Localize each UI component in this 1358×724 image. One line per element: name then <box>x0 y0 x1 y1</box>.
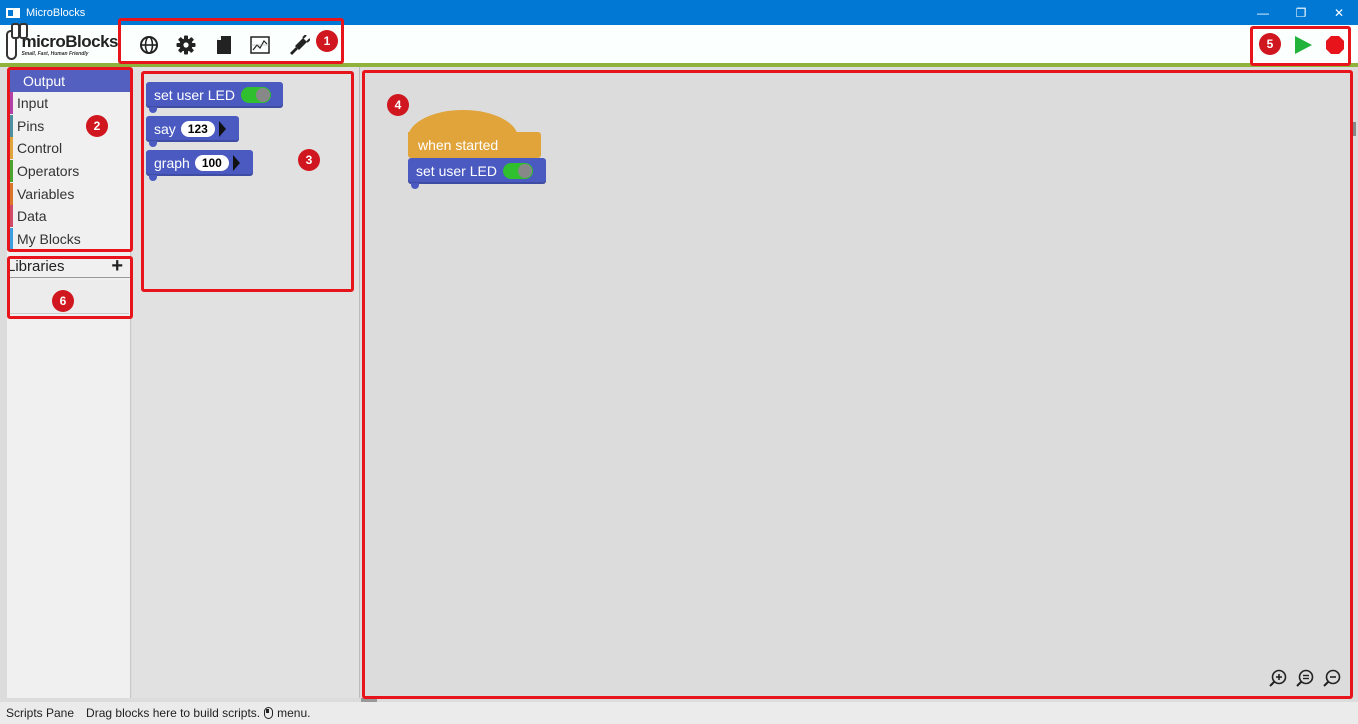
annotation-box-categories <box>7 67 133 252</box>
annotation-number: 2 <box>86 115 108 137</box>
annotation-box-palette <box>141 71 354 292</box>
window-title: MicroBlocks <box>26 6 86 19</box>
status-bar: Scripts Pane Drag blocks here to build s… <box>0 702 1358 724</box>
annotation-number: 4 <box>387 94 409 116</box>
window-controls: — ❐ ✕ <box>1244 0 1358 25</box>
logo: microBlocks Small, Fast, Human Friendly <box>6 23 118 62</box>
restore-button[interactable]: ❐ <box>1282 0 1320 25</box>
annotation-number: 1 <box>316 30 338 52</box>
status-pane-name: Scripts Pane <box>6 706 75 720</box>
annotation-box-scripts <box>362 70 1353 699</box>
status-hint: Drag blocks here to build scripts. <box>86 706 261 720</box>
microblocks-app: MicroBlocks — ❐ ✕ microBlocks Small, Fas… <box>0 0 1358 724</box>
annotation-number: 5 <box>1259 33 1281 55</box>
mouse-icon <box>264 707 274 719</box>
annotation-box-libraries <box>7 256 133 319</box>
logo-name: microBlocks <box>21 32 118 51</box>
minimize-button[interactable]: — <box>1244 0 1282 25</box>
logo-tagline: Small, Fast, Human Friendly <box>21 51 89 57</box>
app-icon <box>6 7 20 18</box>
bunny-logo-icon <box>6 23 29 60</box>
close-button[interactable]: ✕ <box>1320 0 1358 25</box>
status-menu-hint: menu. <box>277 706 311 720</box>
annotation-number: 6 <box>52 290 74 312</box>
annotation-number: 3 <box>298 149 320 171</box>
annotation-box-toolbar <box>118 18 344 64</box>
